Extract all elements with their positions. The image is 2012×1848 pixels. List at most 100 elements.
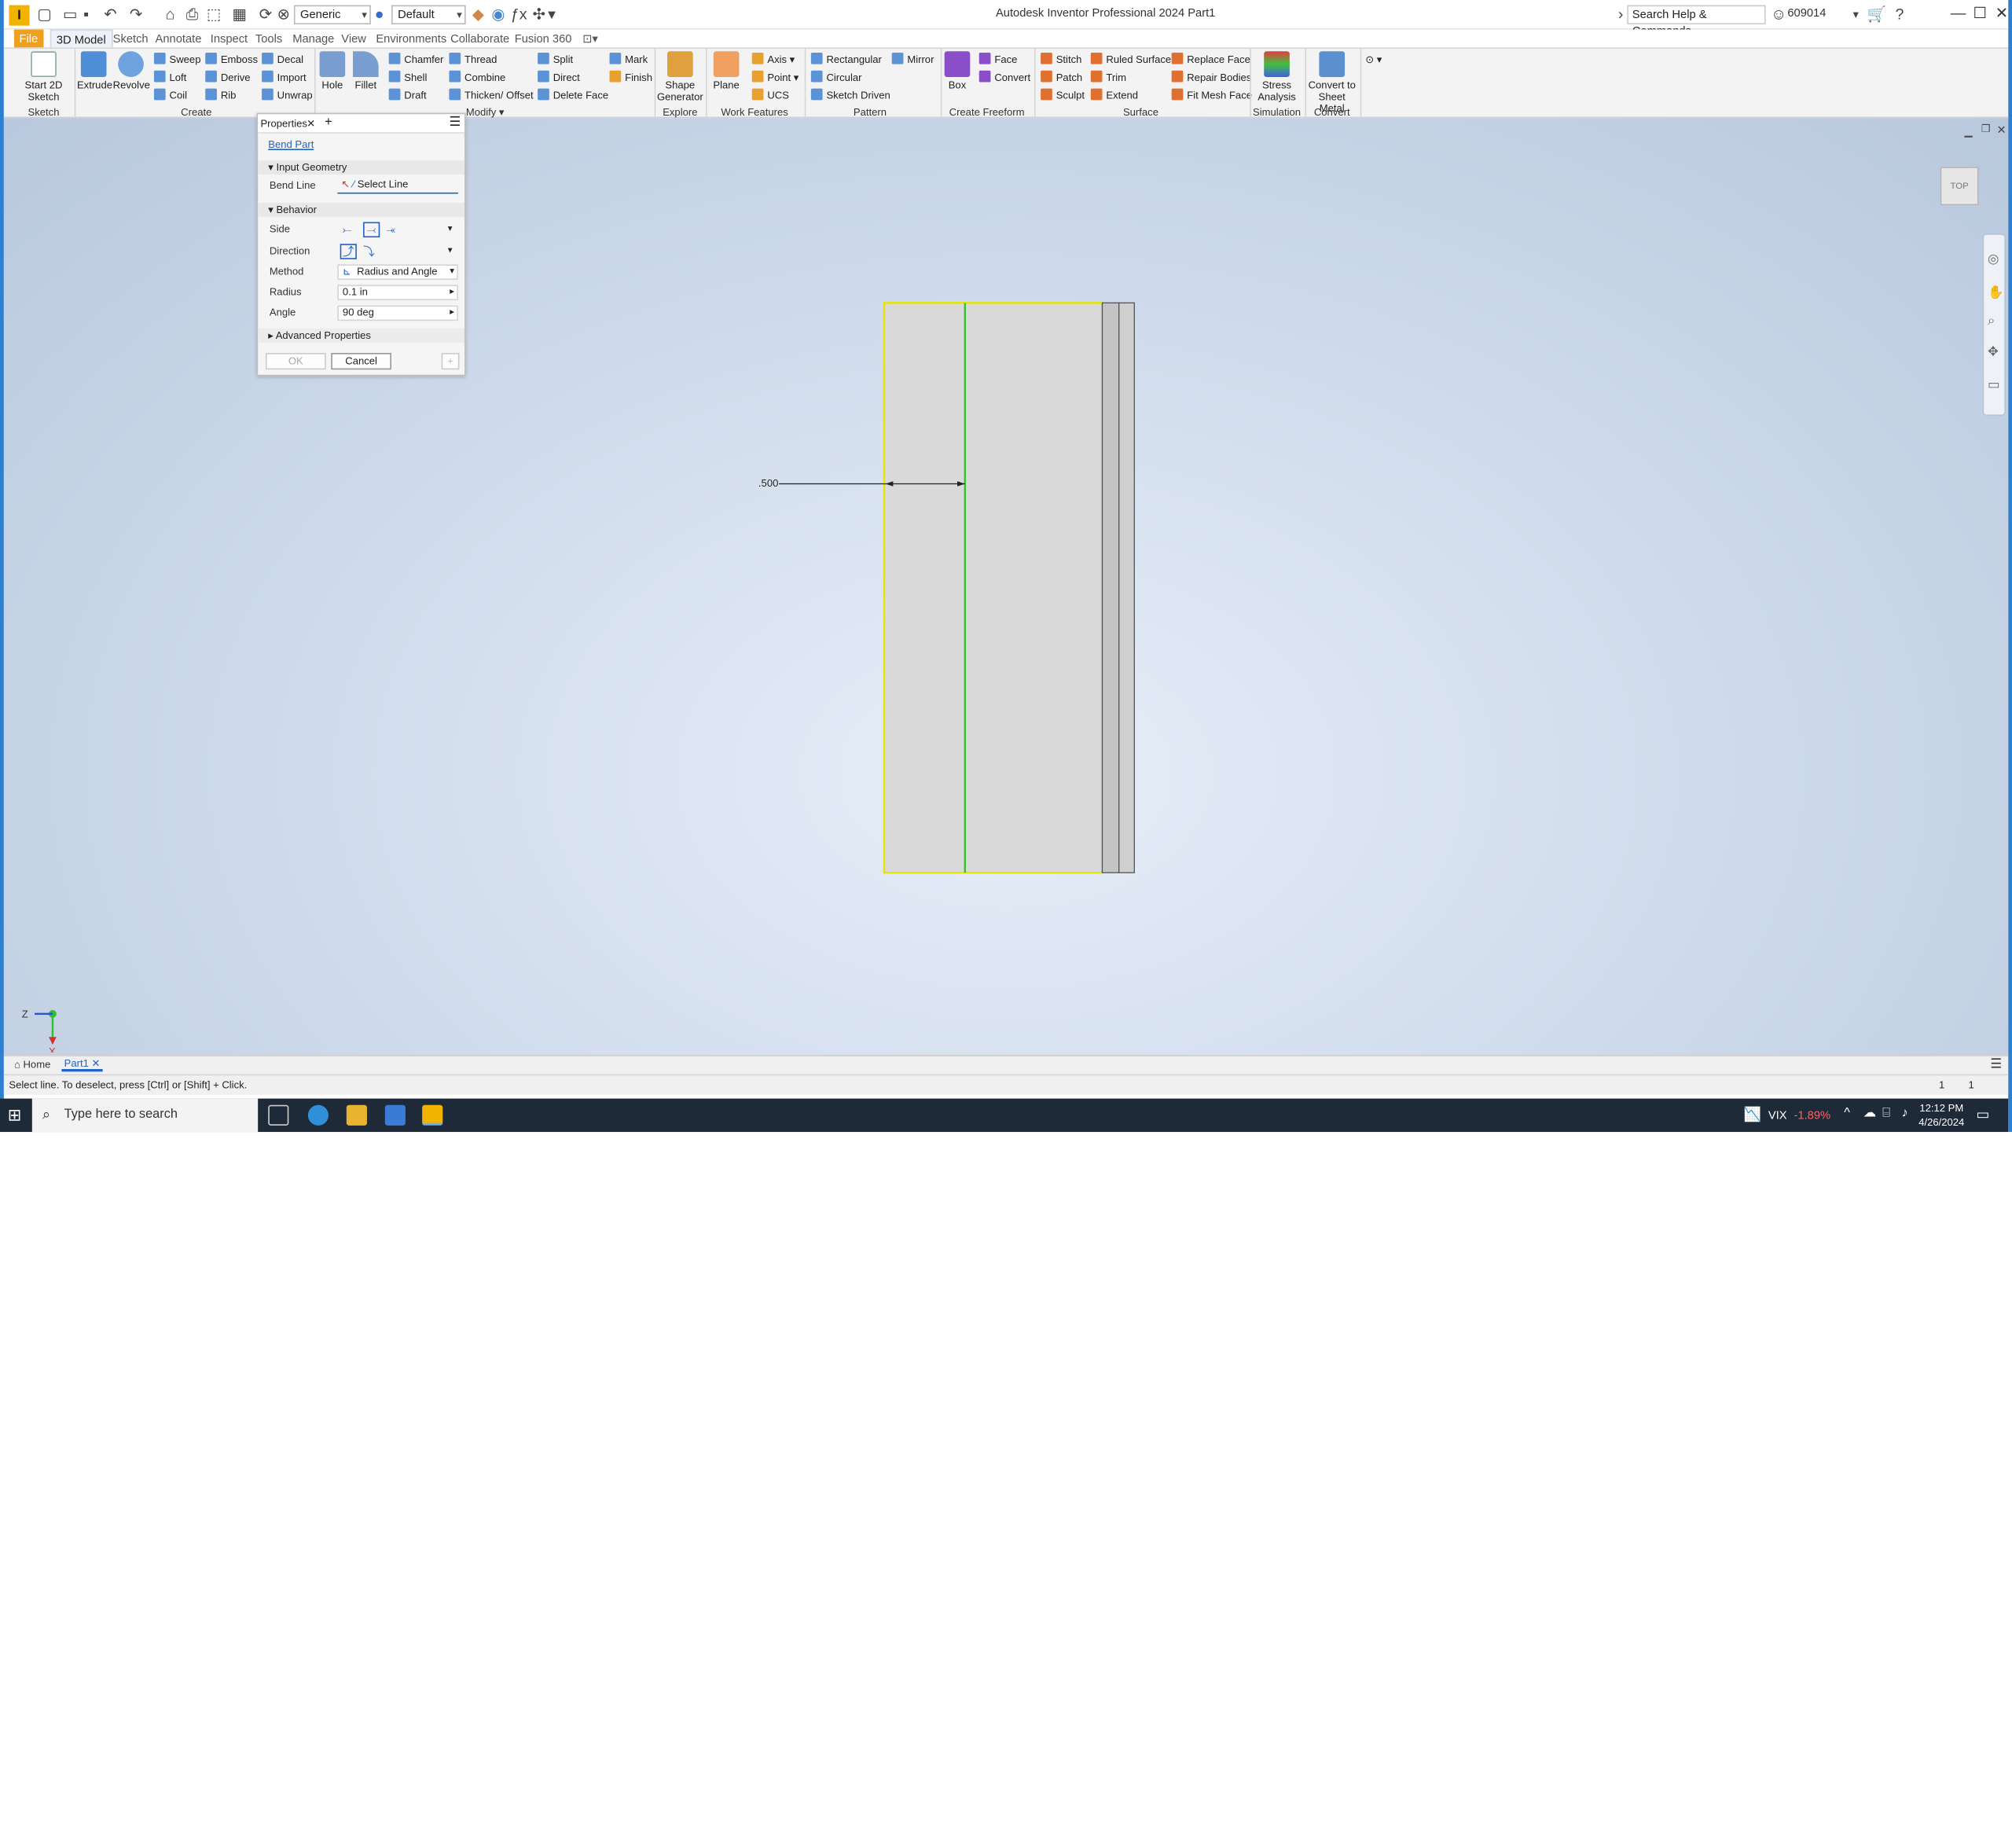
task-view-icon[interactable] [268, 1104, 289, 1126]
start-2d-sketch-button[interactable]: Start 2D Sketch [17, 51, 71, 103]
file-explorer-icon[interactable] [346, 1104, 367, 1126]
coil-button[interactable]: Coil [153, 88, 187, 103]
view-restore-icon[interactable]: ❐ [1981, 123, 1991, 135]
network-icon[interactable]: ⌸ [1882, 1106, 1890, 1120]
home-icon[interactable]: ⌂ [166, 6, 175, 24]
add-panel-icon[interactable]: + [325, 116, 332, 130]
home-tab[interactable]: ⌂ Home [14, 1059, 50, 1071]
part-flange[interactable] [1118, 302, 1135, 873]
replace-face-button[interactable]: Replace Face [1171, 52, 1250, 67]
adjust-icon[interactable]: ◆ [472, 6, 484, 24]
edge-icon[interactable] [307, 1104, 329, 1126]
cart-icon[interactable]: 🛒 [1867, 6, 1886, 24]
stitch-button[interactable]: Stitch [1041, 52, 1081, 67]
shape-generator-button[interactable]: Shape Generator [657, 51, 703, 103]
derive-button[interactable]: Derive [205, 70, 251, 85]
tab-annotate[interactable]: Annotate [150, 30, 207, 48]
clock-date[interactable]: 4/26/2024 [1918, 1116, 1965, 1128]
bend-part-link[interactable]: Bend Part [268, 138, 314, 150]
fx-icon[interactable]: ƒx [511, 6, 527, 24]
trim-button[interactable]: Trim [1090, 70, 1126, 85]
side-two-icon[interactable]: ⤙ [363, 222, 380, 238]
onedrive-icon[interactable]: ☁ [1863, 1106, 1876, 1120]
fit-mesh-face-button[interactable]: Fit Mesh Face [1171, 88, 1252, 103]
user-dropdown-icon[interactable]: ▾ [1853, 6, 1859, 24]
panel-label-modify[interactable]: Modify ▾ [460, 107, 511, 119]
store-icon[interactable] [384, 1104, 406, 1126]
sculpt-button[interactable]: Sculpt [1041, 88, 1085, 103]
help-icon[interactable]: ? [1895, 6, 1904, 24]
box-button[interactable]: Box [943, 51, 971, 91]
thread-button[interactable]: Thread [449, 52, 497, 67]
hole-button[interactable]: Hole [317, 51, 347, 91]
unwrap-button[interactable]: Unwrap [262, 88, 313, 103]
tab-collaborate[interactable]: Collaborate [446, 30, 515, 48]
ruled-surface-button[interactable]: Ruled Surface [1090, 52, 1171, 67]
zoom-icon[interactable]: ⌕ [1988, 314, 1995, 329]
dimension-value[interactable]: .500 [758, 477, 778, 489]
part-face[interactable] [883, 302, 1103, 874]
plane-button[interactable]: Plane [711, 51, 742, 91]
fillet-button[interactable]: Fillet [351, 51, 381, 91]
inventor-taskbar-icon[interactable] [422, 1104, 443, 1126]
user-name[interactable]: 609014 [1787, 6, 1826, 19]
clock-time[interactable]: 12:12 PM [1918, 1102, 1965, 1114]
delete-face-button[interactable]: Delete Face [538, 88, 608, 103]
sweep-button[interactable]: Sweep [153, 52, 200, 67]
tab-view[interactable]: View [336, 30, 372, 48]
ok-button[interactable]: OK [265, 352, 326, 370]
update-icon[interactable]: ⟳ [259, 6, 272, 24]
tab-fusion-360[interactable]: Fusion 360 [509, 30, 577, 48]
axis-button[interactable]: Axis ▾ [751, 52, 795, 67]
save-icon[interactable]: ▪ [83, 6, 89, 24]
pan-icon[interactable]: ✋ [1988, 286, 2003, 300]
inventor-logo-icon[interactable]: I [9, 5, 30, 26]
tab-manage[interactable]: Manage [288, 30, 340, 48]
stress-analysis-button[interactable]: Stress Analysis [1253, 51, 1302, 103]
thicken-offset-button[interactable]: Thicken/ Offset [449, 88, 534, 103]
close-window-icon[interactable]: ✕ [1992, 4, 2012, 22]
point-button[interactable]: Point ▾ [751, 70, 799, 85]
direction-two-icon[interactable]: ⤵ [363, 243, 375, 261]
cancel-button[interactable]: Cancel [331, 352, 391, 370]
close-properties-icon[interactable]: ✕ [307, 118, 315, 130]
select-icon[interactable]: ⬚ [207, 6, 222, 24]
repair-bodies-button[interactable]: Repair Bodies [1171, 70, 1251, 85]
convert-to-sheet-metal-button[interactable]: Convert to Sheet Metal [1306, 51, 1357, 114]
face-button[interactable]: Face [978, 52, 1017, 67]
clear-appearance-icon[interactable]: ⊗ [277, 6, 290, 24]
direct-button[interactable]: Direct [538, 70, 580, 85]
new-file-icon[interactable]: ▢ [37, 6, 52, 24]
side-both-icon[interactable]: ⤛ [386, 221, 395, 239]
convert-freeform-button[interactable]: Convert [978, 70, 1030, 85]
undo-icon[interactable]: ↶ [104, 6, 116, 24]
windows-start-icon[interactable]: ⊞ [8, 1105, 22, 1126]
tab-inspect[interactable]: Inspect [205, 30, 252, 48]
orbit-icon[interactable]: ✥ [1988, 345, 1999, 359]
side-one-icon[interactable]: ⤚ [343, 221, 352, 239]
notifications-icon[interactable]: ▭ [1976, 1106, 1989, 1123]
emboss-button[interactable]: Emboss [205, 52, 258, 67]
circular-pattern-button[interactable]: Circular [810, 70, 861, 85]
direction-one-icon[interactable]: ⤴ [340, 244, 357, 259]
rectangular-pattern-button[interactable]: Rectangular [810, 52, 882, 67]
expand-search-icon[interactable]: › [1618, 6, 1624, 24]
look-at-icon[interactable]: ▭ [1988, 379, 1999, 393]
tab-sketch[interactable]: Sketch [108, 30, 153, 48]
chamfer-button[interactable]: Chamfer [388, 52, 443, 67]
advanced-properties-section[interactable]: ▸ Advanced Properties [258, 328, 465, 343]
taskbar-search[interactable]: ⌕ Type here to search [31, 1098, 259, 1133]
tab-list-icon[interactable]: ☰ [1990, 1057, 2002, 1071]
move-icon[interactable]: ✣ [533, 6, 545, 24]
properties-tab[interactable]: Properties [260, 118, 307, 130]
open-file-icon[interactable]: ▭ [63, 6, 78, 24]
bend-line-select[interactable]: ↖ ⁄ Select Line [337, 178, 458, 194]
sketch-driven-pattern-button[interactable]: Sketch Driven [810, 88, 890, 103]
side-dropdown-icon[interactable]: ▾ [448, 221, 453, 239]
loft-button[interactable]: Loft [153, 70, 186, 85]
method-select[interactable]: ⊾ Radius and Angle ▾ [337, 264, 458, 280]
behavior-section[interactable]: ▾ Behavior [258, 202, 465, 217]
color-icon[interactable]: ▦ [233, 6, 248, 24]
view-close-icon[interactable]: ✕ [1996, 123, 2006, 138]
rib-button[interactable]: Rib [205, 88, 236, 103]
